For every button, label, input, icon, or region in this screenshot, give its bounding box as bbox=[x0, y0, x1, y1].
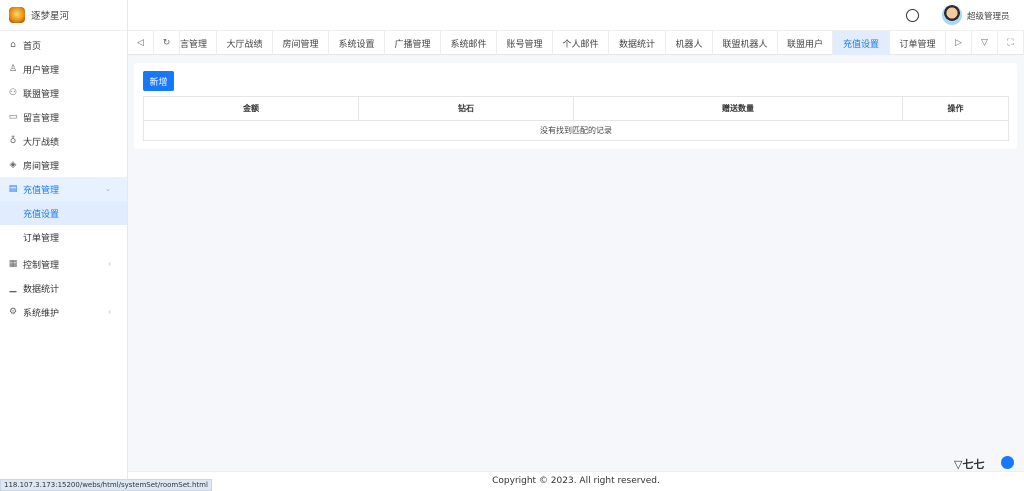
tab-item[interactable]: 大厅战绩 bbox=[217, 31, 273, 55]
sidebar: 逐梦星河 ⌂ 首页 ♙ 用户管理 ⚇ 联盟管理 ▭ 留言管理 ♁ 大厅战绩 ◈ 房间管理 ▤… bbox=[0, 0, 128, 491]
tab-item[interactable]: 系统设置 bbox=[329, 31, 385, 55]
caret-left-icon: ◁ bbox=[137, 38, 144, 48]
sidebar-item-users[interactable]: ♙ 用户管理 bbox=[0, 57, 127, 81]
refresh-button[interactable]: ↻ bbox=[154, 31, 180, 55]
logo: 逐梦星河 bbox=[0, 0, 127, 31]
tab-item[interactable]: 订单管理 bbox=[890, 31, 946, 55]
user-icon: ♙ bbox=[8, 64, 18, 74]
chevron-down-icon: ⌄ bbox=[105, 185, 111, 193]
trophy-icon: ♁ bbox=[9, 136, 17, 146]
logo-image bbox=[9, 7, 25, 23]
tab-item[interactable]: 账号管理 bbox=[497, 31, 553, 55]
tab-item[interactable]: 联盟用户 bbox=[778, 31, 833, 55]
sidebar-item-label: 充值管理 bbox=[23, 185, 60, 196]
group-icon: ⚇ bbox=[8, 88, 18, 98]
scroll-tabs-left-button[interactable]: ◁ bbox=[128, 31, 154, 55]
sidebar-item-label: 系统维护 bbox=[23, 308, 60, 319]
username[interactable]: 超级管理员 bbox=[967, 10, 1010, 22]
recharge-table: 金额 钻石 赠送数量 操作 没有找到匹配的记录 bbox=[143, 96, 1009, 141]
room-icon: ◈ bbox=[9, 160, 17, 170]
column-header[interactable]: 钻石 bbox=[358, 96, 574, 121]
tab-item[interactable]: 数据统计 bbox=[609, 31, 666, 55]
sidebar-item-home[interactable]: ⌂ 首页 bbox=[0, 33, 127, 57]
sidebar-item-label: 大厅战绩 bbox=[23, 137, 60, 148]
header bbox=[128, 0, 1024, 31]
caret-down-icon: ▽ bbox=[981, 38, 988, 48]
gear-icon: ⚙ bbox=[8, 307, 18, 317]
tabs-dropdown-button[interactable]: ▽ bbox=[972, 31, 998, 55]
sidebar-item-label: 充值设置 bbox=[23, 209, 60, 220]
message-icon: ▭ bbox=[8, 112, 18, 122]
copyright: Copyright © 2023. All right reserved. bbox=[492, 476, 660, 486]
scroll-tabs-right-button[interactable]: ▷ bbox=[946, 31, 972, 55]
add-button[interactable]: 新增 bbox=[143, 71, 174, 91]
sidebar-item-stats[interactable]: ▁ 数据统计 bbox=[0, 276, 127, 300]
sidebar-item-system[interactable]: ⚙ 系统维护 ‹ bbox=[0, 300, 127, 324]
empty-message: 没有找到匹配的记录 bbox=[143, 120, 1009, 141]
home-icon: ⌂ bbox=[10, 40, 16, 50]
caret-right-icon: ▷ bbox=[955, 38, 962, 48]
sidebar-item-hall-records[interactable]: ♁ 大厅战绩 bbox=[0, 129, 127, 153]
sidebar-item-alliance[interactable]: ⚇ 联盟管理 bbox=[0, 81, 127, 105]
sidebar-item-label: 联盟管理 bbox=[23, 89, 60, 100]
control-icon: ▦ bbox=[8, 259, 18, 269]
footer: Copyright © 2023. All right reserved. bbox=[128, 471, 1024, 491]
tab-item[interactable]: 机器人 bbox=[666, 31, 713, 55]
tab-item[interactable]: 充值设置 bbox=[833, 31, 890, 55]
sidebar-item-label: 控制管理 bbox=[23, 260, 60, 271]
refresh-icon: ↻ bbox=[162, 38, 171, 48]
tab-item[interactable]: 个人邮件 bbox=[553, 31, 609, 55]
sidebar-item-control[interactable]: ▦ 控制管理 ‹ bbox=[0, 252, 127, 276]
tab-item[interactable]: 房间管理 bbox=[273, 31, 329, 55]
chart-icon: ▁ bbox=[9, 283, 17, 293]
column-header[interactable]: 金额 bbox=[143, 96, 359, 121]
sidebar-item-label: 首页 bbox=[23, 41, 42, 52]
column-header[interactable]: 赠送数量 bbox=[573, 96, 903, 121]
tab-item[interactable]: 广播管理 bbox=[385, 31, 441, 55]
floating-button[interactable] bbox=[1001, 456, 1014, 469]
sidebar-item-recharge[interactable]: ▤ 充值管理 ⌄ bbox=[0, 177, 127, 201]
sidebar-item-label: 房间管理 bbox=[23, 161, 60, 172]
app-title: 逐梦星河 bbox=[31, 11, 70, 22]
fullscreen-button[interactable]: ⛶ bbox=[998, 31, 1024, 55]
theme-palette-icon[interactable] bbox=[906, 9, 919, 22]
sidebar-item-label: 留言管理 bbox=[23, 113, 60, 124]
sidebar-item-label: 用户管理 bbox=[23, 65, 60, 76]
chevron-left-icon: ‹ bbox=[108, 260, 111, 268]
recharge-icon: ▤ bbox=[8, 184, 18, 194]
tab-bar: ◁ ↻ 言管理 大厅战绩 房间管理 系统设置 广播管理 系统邮件 账号管理 个人邮件 数据统计机… bbox=[128, 31, 1024, 55]
chevron-left-icon: ‹ bbox=[108, 308, 111, 316]
content-card: 新增 金额 钻石 赠送数量 操作 没有找到匹配的记录 bbox=[134, 63, 1017, 149]
sidebar-subitem-orders[interactable]: 订单管理 bbox=[0, 225, 127, 249]
sidebar-item-rooms[interactable]: ◈ 房间管理 bbox=[0, 153, 127, 177]
fullscreen-icon: ⛶ bbox=[1007, 38, 1014, 48]
sidebar-item-label: 订单管理 bbox=[23, 233, 60, 244]
tab-item[interactable]: 联盟机器人 bbox=[713, 31, 778, 55]
column-header: 操作 bbox=[902, 96, 1009, 121]
watermark-logo: ▽七七 bbox=[954, 458, 985, 471]
status-url: 118.107.3.173:15200/webs/html/systemSet/… bbox=[0, 479, 212, 491]
sidebar-item-label: 数据统计 bbox=[23, 284, 60, 295]
avatar[interactable] bbox=[942, 5, 962, 25]
tab-item[interactable]: 系统邮件 bbox=[441, 31, 497, 55]
sidebar-item-messages[interactable]: ▭ 留言管理 bbox=[0, 105, 127, 129]
tab-item[interactable]: 言管理 bbox=[180, 31, 217, 55]
sidebar-subitem-recharge-settings[interactable]: 充值设置 bbox=[0, 201, 127, 225]
